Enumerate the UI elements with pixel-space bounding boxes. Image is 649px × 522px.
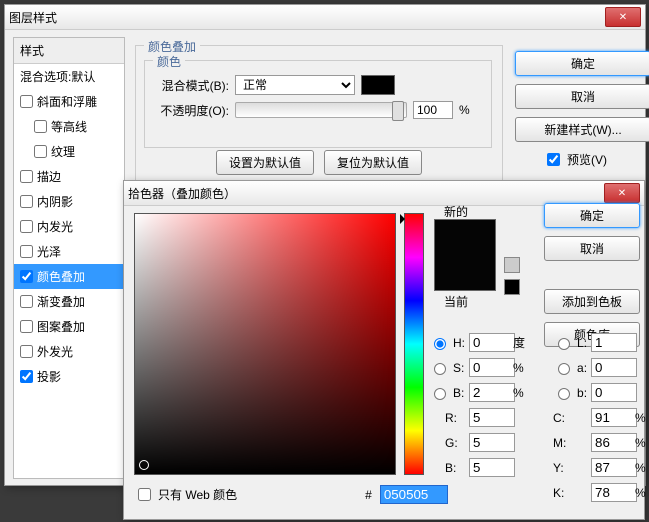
reset-default-button[interactable]: 复位为默认值 [324, 150, 422, 175]
style-label: 内阴影 [37, 193, 73, 210]
picker-ok-button[interactable]: 确定 [544, 203, 640, 228]
subsection-title: 颜色 [153, 53, 185, 70]
style-checkbox[interactable] [20, 320, 33, 333]
style-label: 颜色叠加 [37, 268, 85, 285]
style-checkbox[interactable] [20, 170, 33, 183]
style-item-6[interactable]: 光泽 [14, 239, 124, 264]
blend-options-item[interactable]: 混合选项:默认 [14, 64, 124, 89]
style-label: 内发光 [37, 218, 73, 235]
preview-checkbox[interactable] [547, 153, 560, 166]
opacity-input[interactable] [413, 101, 453, 119]
style-label: 投影 [37, 368, 61, 385]
color-values: H: 度 L: S: % a: B: % b: R: C: % G: M: % … [429, 333, 646, 502]
r-input[interactable] [469, 408, 515, 427]
color-overlay-section: 颜色叠加 颜色 混合模式(B): 正常 不透明度(O): % 设置为默认值 复位… [135, 45, 503, 191]
hash-label: # [365, 488, 372, 502]
picker-cancel-button[interactable]: 取消 [544, 236, 640, 261]
new-label: 新的 [444, 203, 468, 220]
l-input[interactable] [591, 333, 637, 352]
opacity-label: 不透明度(O): [153, 102, 229, 119]
color-preview [434, 219, 496, 291]
style-checkbox[interactable] [20, 95, 33, 108]
gamut-warning-icon[interactable] [504, 257, 520, 273]
style-label: 斜面和浮雕 [37, 93, 97, 110]
style-item-2[interactable]: 纹理 [14, 139, 124, 164]
style-item-11[interactable]: 投影 [14, 364, 124, 389]
hex-input[interactable] [380, 485, 448, 504]
s-input[interactable] [469, 358, 515, 377]
add-swatch-button[interactable]: 添加到色板 [544, 289, 640, 314]
bc-input[interactable] [469, 458, 515, 477]
current-label: 当前 [444, 293, 468, 310]
close-icon[interactable]: ✕ [605, 7, 641, 27]
style-label: 等高线 [51, 118, 87, 135]
set-default-button[interactable]: 设置为默认值 [216, 150, 314, 175]
style-item-5[interactable]: 内发光 [14, 214, 124, 239]
c-input[interactable] [591, 408, 637, 427]
style-checkbox[interactable] [20, 370, 33, 383]
saturation-value-field[interactable] [134, 213, 396, 475]
style-item-10[interactable]: 外发光 [14, 339, 124, 364]
style-item-4[interactable]: 内阴影 [14, 189, 124, 214]
style-item-8[interactable]: 渐变叠加 [14, 289, 124, 314]
style-checkbox[interactable] [20, 245, 33, 258]
color-subsection: 颜色 混合模式(B): 正常 不透明度(O): % [144, 60, 492, 148]
a-radio[interactable] [558, 363, 570, 375]
b-radio[interactable] [558, 388, 570, 400]
k-input[interactable] [591, 483, 637, 502]
style-label: 渐变叠加 [37, 293, 85, 310]
style-checkbox[interactable] [20, 345, 33, 358]
style-item-1[interactable]: 等高线 [14, 114, 124, 139]
style-item-3[interactable]: 描边 [14, 164, 124, 189]
cancel-button[interactable]: 取消 [515, 84, 649, 109]
blend-mode-select[interactable]: 正常 [235, 75, 355, 95]
s-radio[interactable] [434, 363, 446, 375]
opacity-slider[interactable] [235, 102, 407, 118]
styles-header[interactable]: 样式 [14, 38, 124, 64]
close-icon[interactable]: ✕ [604, 183, 640, 203]
style-label: 图案叠加 [37, 318, 85, 335]
layer-style-titlebar[interactable]: 图层样式 ✕ [5, 5, 645, 30]
overlay-color-swatch[interactable] [361, 75, 395, 95]
picker-buttons: 确定 取消 添加到色板 颜色库 [544, 203, 634, 347]
a-input[interactable] [591, 358, 637, 377]
bv-radio[interactable] [434, 388, 446, 400]
style-item-9[interactable]: 图案叠加 [14, 314, 124, 339]
hue-slider[interactable] [404, 213, 424, 475]
h-radio[interactable] [434, 338, 446, 350]
bv-input[interactable] [469, 383, 515, 402]
web-only-checkbox[interactable] [138, 488, 151, 501]
style-label: 外发光 [37, 343, 73, 360]
style-label: 光泽 [37, 243, 61, 260]
y-input[interactable] [591, 458, 637, 477]
style-checkbox[interactable] [20, 270, 33, 283]
style-checkbox[interactable] [34, 120, 47, 133]
picker-title: 拾色器（叠加颜色） [128, 185, 236, 202]
new-style-button[interactable]: 新建样式(W)... [515, 117, 649, 142]
m-input[interactable] [591, 433, 637, 452]
b-input[interactable] [591, 383, 637, 402]
style-label: 描边 [37, 168, 61, 185]
style-item-0[interactable]: 斜面和浮雕 [14, 89, 124, 114]
style-checkbox[interactable] [34, 145, 47, 158]
style-checkbox[interactable] [20, 295, 33, 308]
style-checkbox[interactable] [20, 195, 33, 208]
style-item-7[interactable]: 颜色叠加 [14, 264, 124, 289]
color-picker-dialog: 拾色器（叠加颜色） ✕ 新的 当前 确定 取消 添加到色板 颜色库 H: 度 L… [123, 180, 645, 520]
styles-panel: 样式 混合选项:默认 斜面和浮雕等高线纹理描边内阴影内发光光泽颜色叠加渐变叠加图… [13, 37, 125, 479]
style-label: 纹理 [51, 143, 75, 160]
sv-cursor[interactable] [139, 460, 149, 470]
websafe-swatch-icon[interactable] [504, 279, 520, 295]
layer-style-title: 图层样式 [9, 9, 57, 26]
l-radio[interactable] [558, 338, 570, 350]
blend-mode-label: 混合模式(B): [153, 77, 229, 94]
hue-thumb-icon[interactable] [400, 214, 405, 224]
slider-thumb[interactable] [392, 101, 404, 121]
style-checkbox[interactable] [20, 220, 33, 233]
h-input[interactable] [469, 333, 515, 352]
ok-button[interactable]: 确定 [515, 51, 649, 76]
layer-style-buttons: 确定 取消 新建样式(W)... 预览(V) [515, 51, 635, 169]
g-input[interactable] [469, 433, 515, 452]
